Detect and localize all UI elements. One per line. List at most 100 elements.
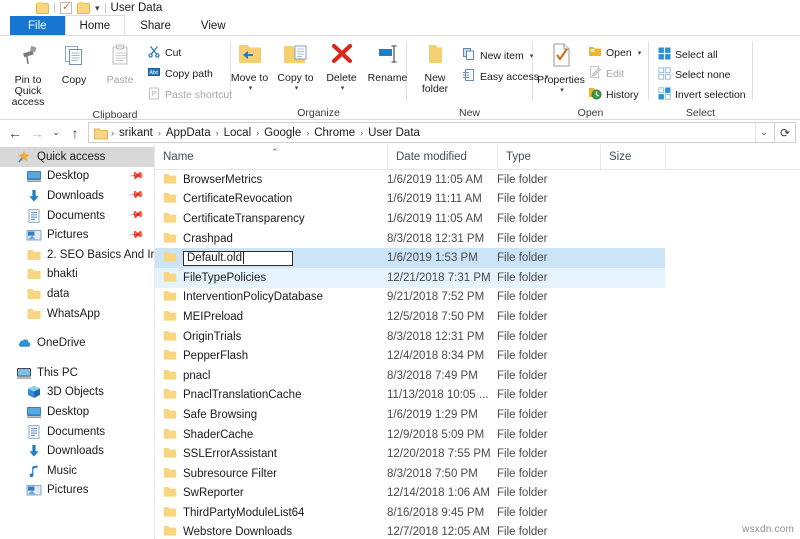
table-row[interactable]: CertificateRevocation 1/6/2019 11:11 AM Fi… <box>155 190 800 210</box>
column-header-size[interactable]: Size <box>600 145 665 170</box>
rename-input[interactable]: Default.old <box>183 250 293 266</box>
cell-name[interactable]: FileTypePolicies <box>155 270 387 286</box>
breadcrumb-item-google[interactable]: Google <box>260 127 305 139</box>
sidebar-item-thispc-documents[interactable]: Documents <box>0 422 154 442</box>
table-row[interactable]: BrowserMetrics 1/6/2019 11:05 AM File fold… <box>155 170 800 190</box>
copy-button[interactable]: Copy <box>52 40 96 86</box>
sidebar-item-data[interactable]: data <box>0 284 154 304</box>
cell-name[interactable]: MEIPreload <box>155 309 387 325</box>
sidebar-item-this-pc[interactable]: This PC <box>0 363 154 383</box>
breadcrumb-item-srikant[interactable]: srikant <box>115 127 157 139</box>
copy-to-caret-icon[interactable]: ▾ <box>295 84 299 92</box>
pin-icon[interactable]: 📌 <box>127 207 144 223</box>
table-row[interactable]: Subresource Filter 8/3/2018 7:50 PM File f… <box>155 464 800 484</box>
table-row[interactable]: pnacl 8/3/2018 7:49 PM File folder <box>155 366 800 386</box>
cell-name[interactable]: OriginTrials <box>155 329 387 345</box>
sidebar-item-bhakti[interactable]: bhakti <box>0 265 154 285</box>
qat-properties-check-icon[interactable] <box>60 0 72 14</box>
select-all-button[interactable]: Select all <box>655 46 749 64</box>
sidebar-item-whatsapp[interactable]: WhatsApp <box>0 304 154 324</box>
up-button[interactable]: ↑ <box>64 122 86 144</box>
qat-folder-icon[interactable] <box>36 1 49 14</box>
delete-caret-icon[interactable]: ▾ <box>341 84 345 92</box>
edit-button[interactable]: Edit <box>585 64 644 83</box>
column-header-type[interactable]: Type <box>497 145 600 170</box>
table-row[interactable]: ShaderCache 12/9/2018 5:09 PM File folder <box>155 425 800 445</box>
cell-name[interactable]: pnacl <box>155 368 387 384</box>
select-none-button[interactable]: Select none <box>655 66 749 84</box>
sidebar-item-pictures[interactable]: Pictures 📌 <box>0 225 154 245</box>
forward-button[interactable]: → <box>26 122 48 144</box>
pin-to-quick-access-button[interactable]: Pin to Quick access <box>6 40 50 108</box>
cell-name[interactable]: ShaderCache <box>155 427 387 443</box>
paste-button[interactable]: Paste <box>98 40 142 86</box>
pin-icon[interactable]: 📌 <box>127 168 144 184</box>
tab-share[interactable]: Share <box>125 16 186 35</box>
cell-name[interactable]: Subresource Filter <box>155 466 387 482</box>
tab-view[interactable]: View <box>186 16 241 35</box>
copy-to-button[interactable]: Copy to ▾ <box>274 40 318 92</box>
address-dropdown-icon[interactable]: ⌄ <box>755 123 772 142</box>
cell-name[interactable]: BrowserMetrics <box>155 172 387 188</box>
open-caret-icon[interactable]: ▾ <box>638 49 642 57</box>
sidebar-item-thispc-downloads[interactable]: Downloads <box>0 441 154 461</box>
table-row[interactable]: CertificateTransparency 1/6/2019 11:05 AM… <box>155 209 800 229</box>
rename-button[interactable]: Rename <box>366 40 410 84</box>
cell-name[interactable]: Default.old <box>155 250 387 266</box>
tab-file[interactable]: File <box>10 16 65 35</box>
sidebar-item-thispc-desktop[interactable]: Desktop <box>0 402 154 422</box>
cell-name[interactable]: Webstore Downloads <box>155 524 387 539</box>
tab-home[interactable]: Home <box>64 15 126 35</box>
refresh-button[interactable]: ⟳ <box>775 122 796 143</box>
sidebar-item-music[interactable]: Music <box>0 461 154 481</box>
recent-locations-button[interactable]: ⌄ <box>48 122 64 144</box>
sidebar-item-seo-basics[interactable]: 2. SEO Basics And Ir <box>0 245 154 265</box>
breadcrumb-item-local[interactable]: Local <box>220 127 256 139</box>
cut-button[interactable]: Cut <box>144 43 235 62</box>
address-path-box[interactable]: › srikant › AppData › Local › Google › C… <box>88 122 775 143</box>
column-header-name[interactable]: Name ⌃ <box>155 145 387 170</box>
properties-button[interactable]: Properties ▾ <box>537 40 585 94</box>
table-row[interactable]: SSLErrorAssistant 12/20/2018 7:55 PM File … <box>155 444 800 464</box>
cell-name[interactable]: PnaclTranslationCache <box>155 387 387 403</box>
cell-name[interactable]: ThirdPartyModuleList64 <box>155 505 387 521</box>
paste-shortcut-button[interactable]: P Paste shortcut <box>144 85 235 104</box>
history-button[interactable]: History <box>585 85 644 104</box>
sidebar-item-thispc-pictures[interactable]: Pictures <box>0 481 154 501</box>
delete-button[interactable]: Delete ▾ <box>320 40 364 92</box>
breadcrumb-item-user-data[interactable]: User Data <box>364 127 424 139</box>
table-row[interactable]: Webstore Downloads 12/7/2018 12:05 AM File… <box>155 523 800 539</box>
pin-icon[interactable]: 📌 <box>127 188 144 204</box>
sidebar-item-onedrive[interactable]: OneDrive <box>0 333 154 353</box>
table-row[interactable]: PepperFlash 12/4/2018 8:34 PM File folder <box>155 346 800 366</box>
table-row[interactable]: Crashpad 8/3/2018 12:31 PM File folder <box>155 229 800 249</box>
cell-name[interactable]: SwReporter <box>155 485 387 501</box>
sidebar-item-documents[interactable]: Documents 📌 <box>0 206 154 226</box>
table-row[interactable]: MEIPreload 12/5/2018 7:50 PM File folder <box>155 307 800 327</box>
table-row[interactable]: FileTypePolicies 12/21/2018 7:31 PM File f… <box>155 267 800 288</box>
invert-selection-button[interactable]: Invert selection <box>655 86 749 104</box>
properties-caret-icon[interactable]: ▾ <box>560 86 564 94</box>
sidebar-item-downloads[interactable]: Downloads 📌 <box>0 186 154 206</box>
breadcrumb-item-appdata[interactable]: AppData <box>162 127 215 139</box>
sidebar-item-quick-access[interactable]: Quick access <box>0 147 154 167</box>
cell-name[interactable]: SSLErrorAssistant <box>155 446 387 462</box>
table-row[interactable]: Default.old 1/6/2019 1:53 PM File folder <box>155 248 800 268</box>
cell-name[interactable]: CertificateRevocation <box>155 191 387 207</box>
cell-name[interactable]: CertificateTransparency <box>155 211 387 227</box>
copy-path-button[interactable]: Abc Copy path <box>144 64 235 83</box>
table-row[interactable]: ThirdPartyModuleList64 8/16/2018 9:45 PM F… <box>155 503 800 523</box>
breadcrumb-item-chrome[interactable]: Chrome <box>310 127 359 139</box>
table-row[interactable]: SwReporter 12/14/2018 1:06 AM File folder <box>155 484 800 504</box>
qat-customize-caret-icon[interactable]: ▾ <box>95 3 100 14</box>
table-row[interactable]: InterventionPolicyDatabase 9/21/2018 7:52… <box>155 288 800 308</box>
cell-name[interactable]: Crashpad <box>155 231 387 247</box>
back-button[interactable]: ← <box>4 122 26 144</box>
new-folder-button[interactable]: New folder <box>413 40 457 95</box>
table-row[interactable]: PnaclTranslationCache 11/13/2018 10:05 ..… <box>155 386 800 406</box>
cell-name[interactable]: Safe Browsing <box>155 407 387 423</box>
sidebar-item-3d-objects[interactable]: 3D Objects <box>0 383 154 403</box>
pin-icon[interactable]: 📌 <box>127 227 144 243</box>
cell-name[interactable]: InterventionPolicyDatabase <box>155 289 387 305</box>
qat-new-folder-icon[interactable] <box>77 1 90 14</box>
